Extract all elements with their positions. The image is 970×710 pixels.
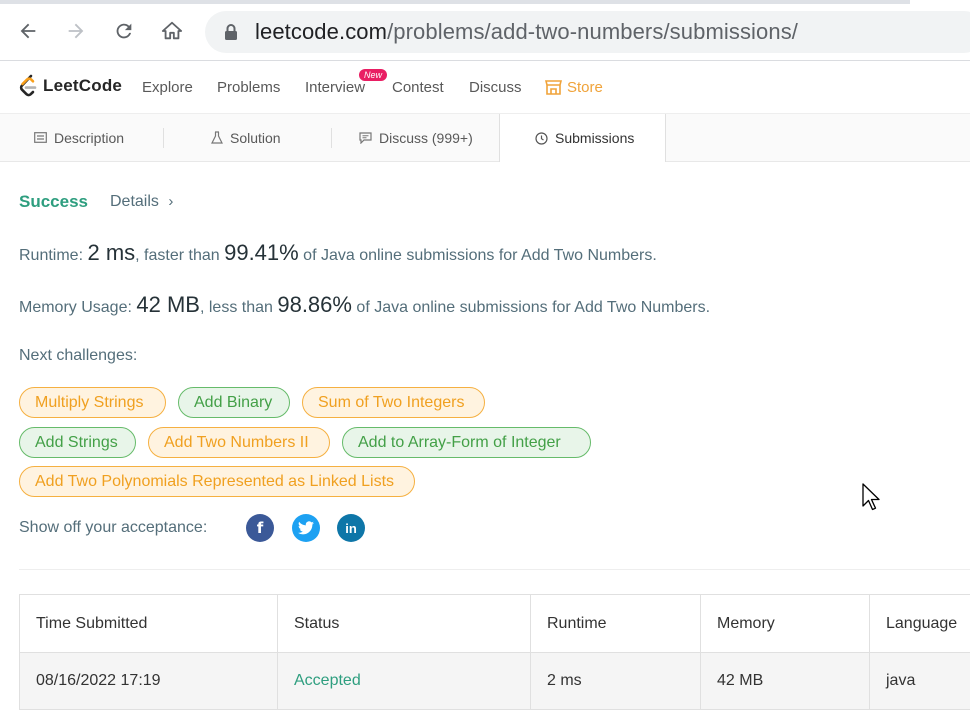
tab-description[interactable]: Description bbox=[34, 114, 124, 161]
url-text: leetcode.com/problems/add-two-numbers/su… bbox=[255, 19, 799, 44]
runtime-value: 2 ms bbox=[87, 240, 136, 265]
tab-submissions[interactable]: Submissions bbox=[499, 114, 666, 162]
linkedin-icon: in bbox=[345, 520, 357, 536]
cell-status-accepted-link[interactable]: Accepted bbox=[278, 653, 531, 709]
twitter-share-button[interactable] bbox=[292, 514, 320, 542]
reload-button[interactable] bbox=[109, 16, 139, 46]
reload-icon bbox=[116, 23, 132, 39]
nav-contest[interactable]: Contest bbox=[392, 79, 444, 96]
tab-separator bbox=[163, 128, 164, 148]
problem-tabs: Description Solution Discuss (999+) Subm… bbox=[0, 114, 970, 162]
tab-solution[interactable]: Solution bbox=[211, 114, 281, 161]
nav-discuss[interactable]: Discuss bbox=[469, 79, 522, 96]
next-challenges-label: Next challenges: bbox=[19, 347, 138, 364]
lock-icon bbox=[225, 24, 237, 40]
tab-solution-label: Solution bbox=[230, 129, 281, 146]
tab-submissions-label: Submissions bbox=[555, 130, 635, 146]
home-icon bbox=[161, 21, 183, 40]
facebook-share-button[interactable]: f bbox=[246, 514, 274, 542]
cell-time-submitted: 08/16/2022 17:19 bbox=[20, 653, 278, 709]
tab-separator bbox=[331, 128, 332, 148]
header-status[interactable]: Status bbox=[278, 595, 531, 652]
table-row: 08/16/2022 17:19 Accepted 2 ms 42 MB jav… bbox=[20, 653, 970, 709]
mouse-cursor-icon bbox=[862, 483, 880, 511]
challenge-chip[interactable]: Add Binary bbox=[178, 387, 290, 418]
challenge-chip[interactable]: Multiply Strings bbox=[19, 387, 166, 418]
brand-name: LeetCode bbox=[43, 76, 123, 95]
twitter-icon bbox=[298, 521, 314, 535]
challenge-chip[interactable]: Add Two Polynomials Represented as Linke… bbox=[19, 466, 415, 497]
challenge-chip[interactable]: Add Strings bbox=[19, 427, 136, 458]
address-bar[interactable]: leetcode.com/problems/add-two-numbers/su… bbox=[205, 11, 970, 53]
browser-toolbar: leetcode.com/problems/add-two-numbers/su… bbox=[0, 0, 970, 61]
cell-runtime: 2 ms bbox=[531, 653, 701, 709]
linkedin-share-button[interactable]: in bbox=[337, 514, 365, 542]
header-language[interactable]: Language bbox=[870, 595, 970, 652]
runtime-percentile: 99.41% bbox=[224, 240, 299, 265]
tab-strip-edge bbox=[0, 0, 910, 4]
details-link[interactable]: Details › bbox=[110, 193, 173, 211]
nav-explore[interactable]: Explore bbox=[142, 79, 193, 96]
nav-store[interactable]: Store bbox=[545, 79, 603, 96]
runtime-stat: Runtime: 2 ms, faster than 99.41% of Jav… bbox=[19, 240, 657, 265]
memory-value: 42 MB bbox=[136, 292, 200, 317]
site-header: LeetCode Explore Problems Interview New … bbox=[0, 61, 970, 114]
nav-problems[interactable]: Problems bbox=[217, 79, 280, 96]
description-icon bbox=[34, 132, 47, 143]
home-button[interactable] bbox=[157, 16, 187, 46]
leetcode-logo-icon bbox=[19, 74, 37, 97]
arrow-right-icon bbox=[68, 23, 84, 39]
table-header-row: Time Submitted Status Runtime Memory Lan… bbox=[20, 595, 970, 653]
cell-language: java bbox=[886, 672, 916, 689]
challenge-chip[interactable]: Add to Array-Form of Integer bbox=[342, 427, 591, 458]
nav-interview[interactable]: Interview bbox=[305, 79, 365, 96]
clock-icon bbox=[535, 131, 548, 145]
back-button[interactable] bbox=[13, 16, 43, 46]
memory-percentile: 98.86% bbox=[277, 292, 352, 317]
header-runtime[interactable]: Runtime bbox=[531, 595, 701, 652]
leetcode-logo[interactable]: LeetCode bbox=[18, 74, 122, 98]
comment-icon bbox=[359, 131, 372, 144]
forward-button[interactable] bbox=[61, 16, 91, 46]
nav-store-label: Store bbox=[567, 79, 603, 96]
store-icon bbox=[545, 80, 562, 95]
memory-stat: Memory Usage: 42 MB, less than 98.86% of… bbox=[19, 292, 711, 317]
header-time-submitted[interactable]: Time Submitted bbox=[20, 595, 278, 652]
section-divider bbox=[19, 569, 970, 570]
header-memory[interactable]: Memory bbox=[701, 595, 870, 652]
submissions-table: Time Submitted Status Runtime Memory Lan… bbox=[19, 594, 970, 710]
challenge-chip[interactable]: Add Two Numbers II bbox=[148, 427, 330, 458]
chevron-right-icon: › bbox=[168, 193, 174, 210]
tab-discuss-label: Discuss (999+) bbox=[379, 129, 473, 146]
tab-description-label: Description bbox=[54, 129, 125, 146]
cell-memory: 42 MB bbox=[701, 653, 870, 709]
new-badge: New bbox=[359, 69, 388, 81]
tab-discuss[interactable]: Discuss (999+) bbox=[359, 114, 473, 161]
share-label: Show off your acceptance: bbox=[19, 519, 208, 536]
arrow-left-icon bbox=[20, 23, 36, 39]
challenge-chip[interactable]: Sum of Two Integers bbox=[302, 387, 485, 418]
facebook-icon: f bbox=[256, 519, 264, 537]
flask-icon bbox=[211, 131, 223, 144]
details-label: Details bbox=[110, 193, 159, 210]
status-success: Success bbox=[19, 192, 88, 211]
